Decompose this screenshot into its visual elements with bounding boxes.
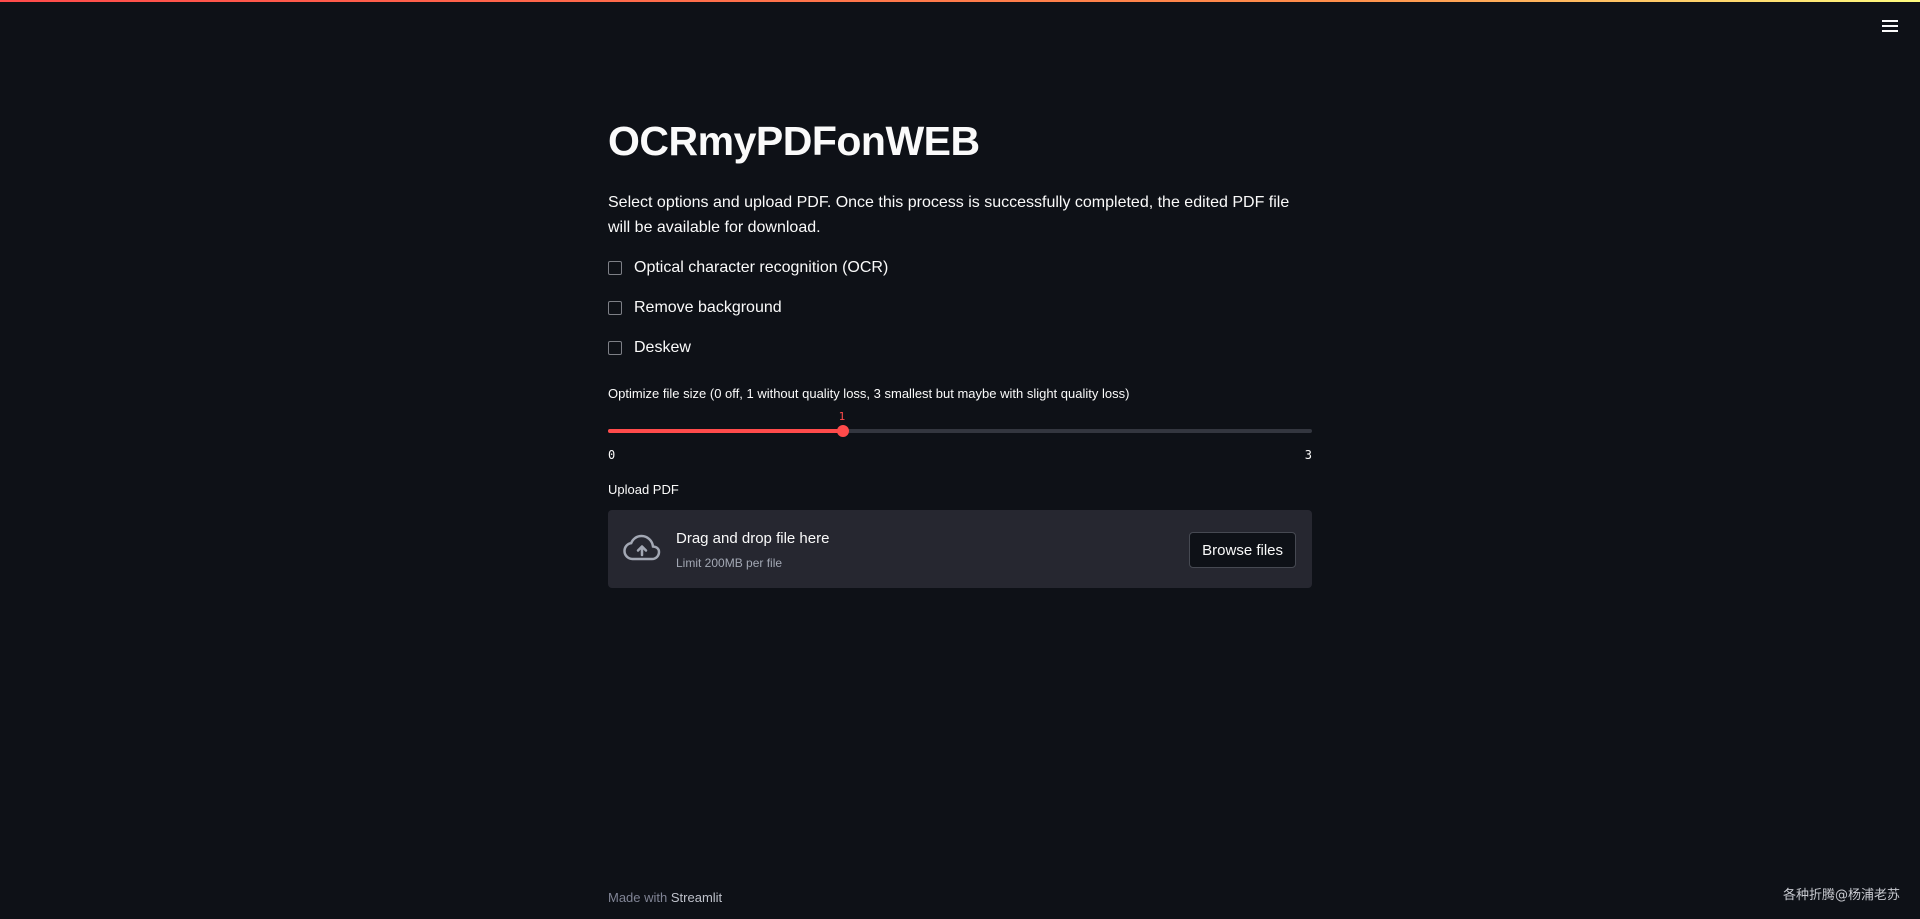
slider-fill [608, 429, 843, 433]
menu-line [1882, 25, 1898, 27]
drop-title: Drag and drop file here [676, 530, 830, 547]
checkbox-label: Optical character recognition (OCR) [634, 259, 889, 276]
checkbox-deskew[interactable]: Deskew [608, 336, 1312, 360]
main-content: OCRmyPDFonWEB Select options and upload … [608, 110, 1312, 588]
checkbox-box[interactable] [608, 261, 622, 275]
menu-line [1882, 30, 1898, 32]
checkbox-box[interactable] [608, 301, 622, 315]
page-title: OCRmyPDFonWEB [608, 118, 980, 164]
checkbox-ocr[interactable]: Optical character recognition (OCR) [608, 256, 1312, 280]
cloud-upload-icon [623, 534, 661, 561]
page-description: Select options and upload PDF. Once this… [608, 194, 1290, 236]
slider-current-value: 1 [838, 410, 846, 423]
optimize-slider[interactable]: 1 0 3 [608, 404, 1312, 464]
checkbox-label: Remove background [634, 299, 782, 316]
drop-limit: Limit 200MB per file [676, 556, 783, 570]
watermark-text: 各种折腾@杨浦老苏 [1782, 888, 1900, 903]
file-dropzone[interactable]: Drag and drop file here Limit 200MB per … [608, 510, 1312, 588]
slider-label: Optimize file size (0 off, 1 without qua… [608, 386, 1130, 401]
slider-max-label: 3 [1304, 448, 1312, 462]
top-decoration-bar [0, 0, 1920, 2]
footer: Made with Streamlit [608, 890, 722, 905]
browse-files-button[interactable]: Browse files [1189, 532, 1296, 568]
slider-thumb[interactable] [836, 425, 849, 437]
footer-streamlit-link[interactable]: Streamlit [671, 890, 722, 905]
footer-made-with: Made with [608, 890, 668, 905]
checkbox-remove-background[interactable]: Remove background [608, 296, 1312, 320]
menu-line [1882, 20, 1898, 22]
checkbox-box[interactable] [608, 341, 622, 355]
hamburger-menu-icon[interactable] [1878, 14, 1902, 38]
checkbox-label: Deskew [634, 339, 691, 356]
upload-label: Upload PDF [608, 482, 679, 497]
slider-min-label: 0 [608, 448, 616, 462]
